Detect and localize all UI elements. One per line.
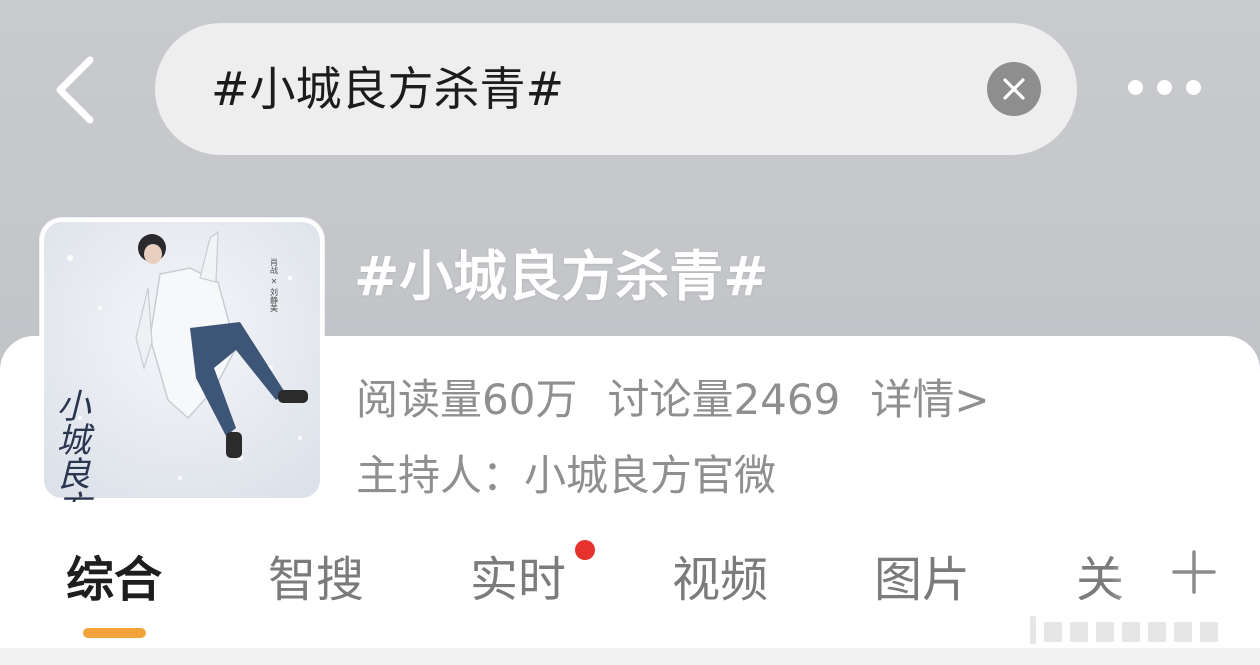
tab-comprehensive[interactable]: 综合 xyxy=(66,540,162,610)
detail-link[interactable]: 详情> xyxy=(870,375,989,424)
clear-icon xyxy=(1003,78,1025,100)
tab-fade-overlay xyxy=(1110,540,1160,620)
poster-title: 小城良方 xyxy=(50,388,90,502)
topic-stats: 阅读量60万 讨论量2469 详情> xyxy=(356,366,990,427)
more-dots-icon xyxy=(1157,80,1172,95)
add-tab-button[interactable] xyxy=(1170,548,1218,596)
more-options-button[interactable] xyxy=(1120,66,1212,110)
plus-icon xyxy=(1172,550,1216,594)
poster-illustration: 小城良方 肖战 × 刘静美 xyxy=(44,222,320,502)
active-tab-indicator xyxy=(83,628,146,638)
back-chevron-icon xyxy=(56,56,94,124)
search-box[interactable]: #小城良方杀青# xyxy=(155,23,1077,155)
more-dots-icon xyxy=(1128,80,1143,95)
discussion-count: 讨论量2469 xyxy=(607,375,841,424)
topic-host[interactable]: 主持人：小城良方官微 xyxy=(356,442,776,503)
tab-realtime[interactable]: 实时 xyxy=(470,540,566,610)
tab-images[interactable]: 图片 xyxy=(874,540,970,610)
more-dots-icon xyxy=(1186,80,1201,95)
topic-title: #小城良方杀青# xyxy=(354,245,769,308)
watermark-mark xyxy=(1030,616,1218,644)
topic-cover-image[interactable]: 小城良方 肖战 × 刘静美 xyxy=(40,218,324,502)
notification-dot xyxy=(575,540,595,560)
search-query[interactable]: #小城良方杀青# xyxy=(211,23,564,155)
poster-caption: 肖战 × 刘静美 xyxy=(270,257,279,313)
clear-search-button[interactable] xyxy=(987,62,1041,116)
topic-page: #小城良方杀青# #小城良方杀青# 小城良方 肖战 × 刘静美 阅读量60万 讨… xyxy=(0,0,1260,665)
back-button[interactable] xyxy=(48,52,104,128)
bottom-divider xyxy=(0,648,1260,665)
tab-smart-search[interactable]: 智搜 xyxy=(268,540,364,610)
tab-video[interactable]: 视频 xyxy=(672,540,768,610)
read-count: 阅读量60万 xyxy=(356,375,578,424)
